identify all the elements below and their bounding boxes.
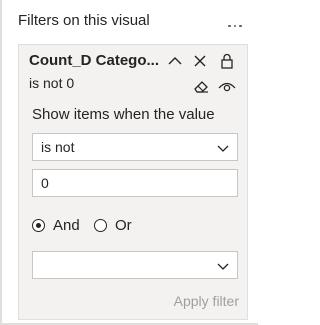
condition1-value-input[interactable]	[33, 170, 239, 196]
or-radio-option[interactable]: Or	[94, 217, 132, 234]
condition1-operator-dropdown[interactable]: is not	[32, 133, 238, 161]
show-items-label: Show items when the value	[32, 106, 215, 123]
more-options-icon[interactable]	[224, 12, 246, 30]
condition2-operator-dropdown[interactable]	[32, 251, 238, 279]
and-radio-button[interactable]	[32, 219, 45, 232]
condition1-value-field[interactable]	[32, 169, 239, 197]
filter-pane: Filters on this visual Count_D Catego...…	[0, 0, 258, 325]
or-radio-button[interactable]	[94, 219, 107, 232]
collapse-chevron-up-icon[interactable]	[165, 51, 185, 71]
filter-card: Count_D Catego... is not 0 Show items wh…	[18, 44, 248, 320]
condition1-operator-value: is not	[41, 139, 75, 155]
chevron-down-icon	[217, 145, 229, 152]
or-label: Or	[115, 217, 132, 234]
apply-filter-button[interactable]: Apply filter	[174, 293, 239, 309]
and-radio-option[interactable]: And	[32, 217, 80, 234]
clear-filter-eraser-icon[interactable]	[191, 76, 211, 96]
section-title: Filters on this visual	[18, 12, 150, 29]
filter-card-title[interactable]: Count_D Catego...	[29, 52, 161, 69]
remove-filter-close-icon[interactable]	[190, 51, 210, 71]
chevron-down-icon	[217, 263, 229, 270]
filter-summary: is not 0	[29, 75, 75, 91]
and-label: And	[53, 217, 80, 234]
lock-icon[interactable]	[217, 51, 237, 71]
visibility-eye-icon[interactable]	[217, 76, 237, 96]
